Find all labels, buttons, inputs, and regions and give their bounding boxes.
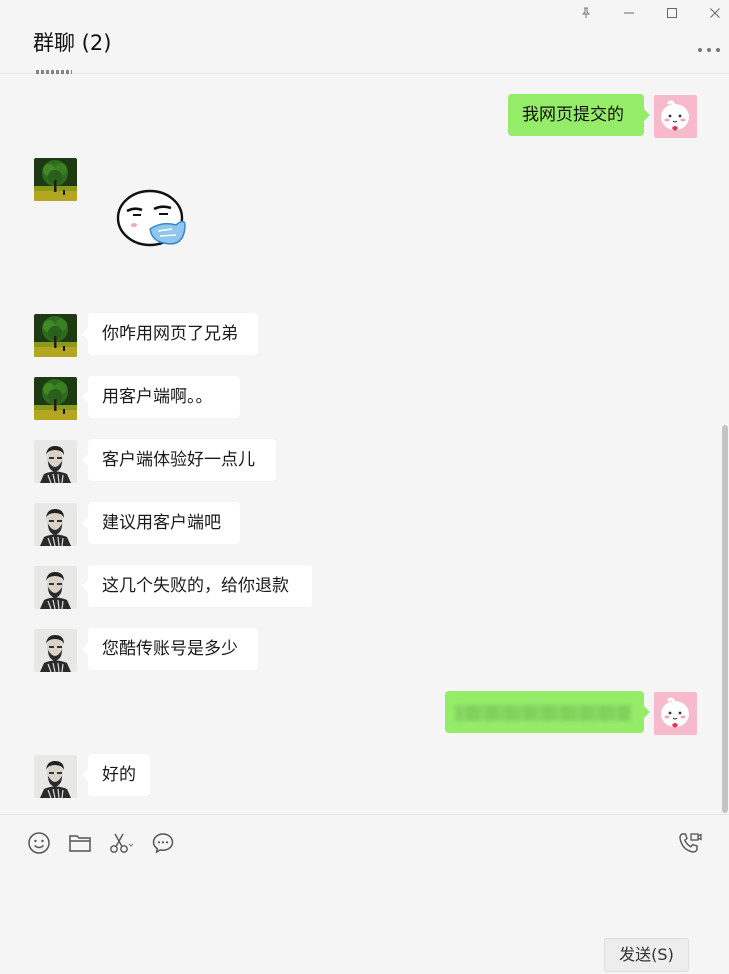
send-button[interactable]: 发送(S) (604, 938, 689, 972)
pin-icon[interactable] (574, 2, 598, 24)
chat-bubble-icon[interactable] (149, 829, 177, 857)
folder-icon[interactable] (66, 829, 94, 857)
emoji-icon[interactable] (25, 829, 53, 857)
beard-avatar[interactable] (34, 440, 77, 483)
self-avatar[interactable] (654, 692, 697, 735)
scrollbar-thumb[interactable] (722, 425, 728, 813)
message-bubble[interactable]: 您酷传账号是多少 (82, 628, 258, 670)
more-dots-icon[interactable] (694, 42, 724, 58)
message-bubble[interactable]: 客户端体验好一点儿 (82, 439, 276, 481)
tree-avatar[interactable] (34, 158, 77, 201)
message-bubble-self[interactable]: 我网页提交的 (508, 94, 650, 136)
tree-avatar[interactable] (34, 377, 77, 420)
message-bubble[interactable]: 用客户端啊。。 (82, 376, 240, 418)
close-icon[interactable] (703, 2, 727, 24)
message-bubble[interactable]: 这几个失败的，给你退款 (82, 565, 312, 607)
video-call-icon[interactable] (676, 829, 704, 857)
message-bubble[interactable]: 你咋用网页了兄弟 (82, 313, 258, 355)
self-avatar[interactable] (654, 95, 697, 138)
tree-avatar[interactable] (34, 314, 77, 357)
beard-avatar[interactable] (34, 755, 77, 798)
input-area[interactable]: 发送(S) (0, 814, 729, 974)
beard-avatar[interactable] (34, 629, 77, 672)
bored-face-sticker[interactable] (114, 185, 190, 253)
minimize-icon[interactable] (617, 2, 641, 24)
maximize-icon[interactable] (660, 2, 684, 24)
chat-title: 群聊 (2) (33, 31, 112, 55)
beard-avatar[interactable] (34, 503, 77, 546)
chat-header: 群聊 (2) (0, 0, 729, 74)
message-bubble[interactable]: 建议用客户端吧 (82, 502, 240, 544)
beard-avatar[interactable] (34, 566, 77, 609)
message-bubble[interactable]: 好的 (82, 754, 150, 796)
truncated-message-edge (36, 70, 72, 74)
scissors-icon[interactable] (107, 829, 135, 857)
redacted-text-blur (455, 705, 631, 721)
